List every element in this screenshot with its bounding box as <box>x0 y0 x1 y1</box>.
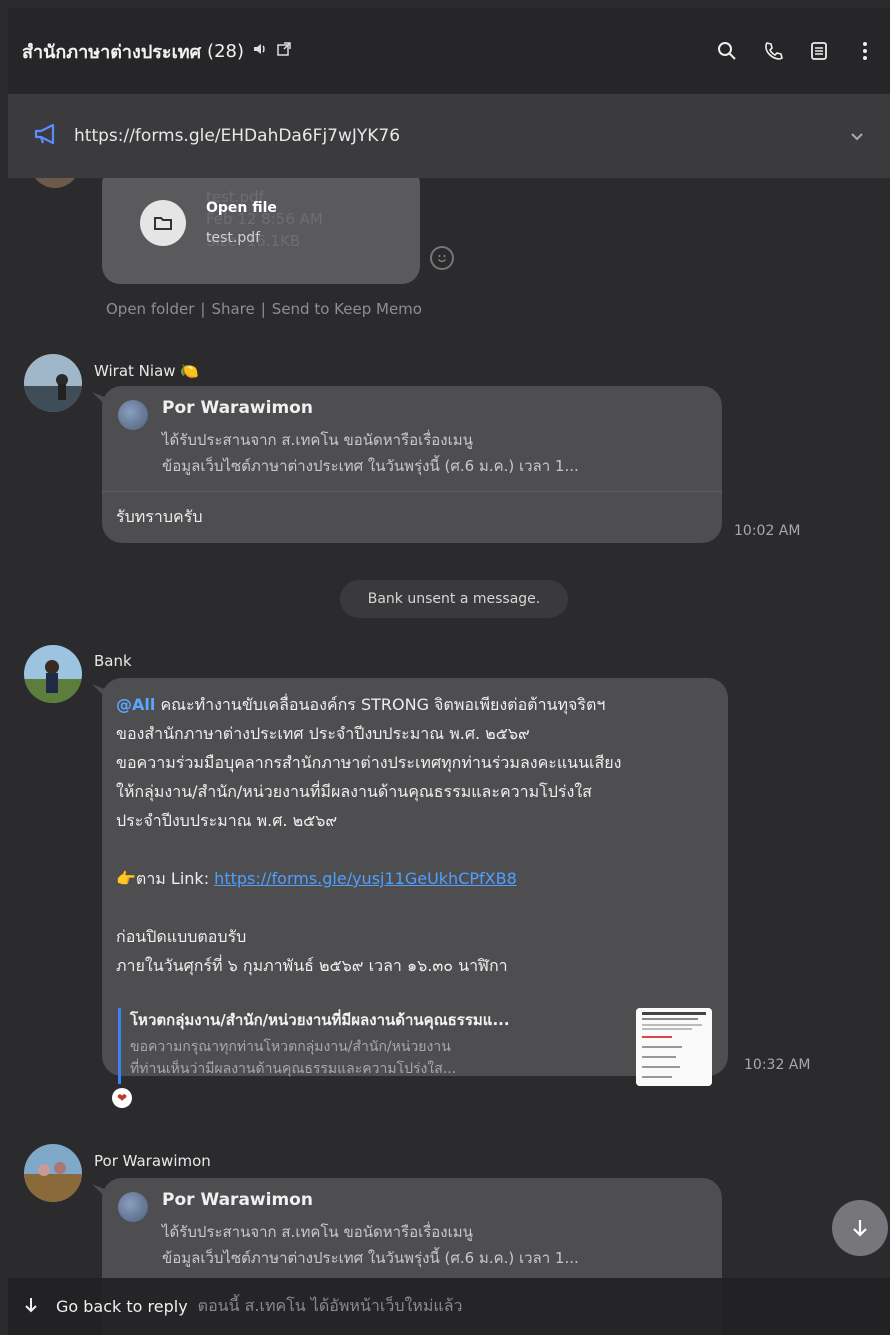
megaphone-icon <box>34 123 60 149</box>
sender-name: Bank <box>94 652 132 670</box>
folder-icon[interactable] <box>140 200 186 246</box>
member-count: (28) <box>207 40 244 62</box>
sender-name: Wirat Niaw 🍋 <box>94 362 199 380</box>
avatar[interactable] <box>24 354 82 412</box>
chevron-down-icon[interactable] <box>850 127 864 146</box>
avatar <box>118 400 148 430</box>
form-link[interactable]: https://forms.gle/yusj11GeUkhCPfXB8 <box>214 869 517 888</box>
scroll-down-button[interactable] <box>832 1200 888 1256</box>
message-list[interactable]: test.pdf Feb 12 8:56 AM Size: 16.1KB Ope… <box>8 178 890 1335</box>
timestamp: 10:32 AM <box>744 1057 811 1073</box>
announcement-bar[interactable]: https://forms.gle/EHDahDa6Fj7wJYK76 <box>8 94 890 178</box>
file-actions: Open folder | Share | Send to Keep Memo <box>106 300 422 318</box>
open-file-label[interactable]: Open file <box>206 200 277 216</box>
quote-line: ข้อมูลเว็บไซต์ภาษาต่างประเทศ ในวันพรุ่งน… <box>162 1249 579 1267</box>
mention[interactable]: @All <box>116 695 155 714</box>
add-reaction-icon[interactable] <box>430 246 454 270</box>
sender-name: Por Warawimon <box>94 1152 211 1170</box>
message-text: @All คณะทำงานขับเคลื่อนองค์กร STRONG จิต… <box>116 695 622 975</box>
reaction-badge[interactable]: ❤ <box>112 1088 132 1108</box>
preview-title[interactable]: โหวตกลุ่มงาน/สำนัก/หน่วยงานที่มีผลงานด้า… <box>130 1008 510 1032</box>
go-back-to-reply-bar[interactable]: Go back to reply ตอนนี้ ส.เทคโน ได้อัพหน… <box>8 1278 890 1335</box>
avatar[interactable] <box>24 1144 82 1202</box>
speaker-icon[interactable] <box>252 41 268 62</box>
link-preview[interactable]: โหวตกลุ่มงาน/สำนัก/หน่วยงานที่มีผลงานด้า… <box>118 1008 716 1088</box>
quote-sender: Por Warawimon <box>162 398 313 418</box>
quote-line: ได้รับประสานจาก ส.เทคโน ขอนัดหารือเรื่อง… <box>162 431 473 449</box>
system-notice: Bank unsent a message. <box>340 580 568 618</box>
divider <box>102 491 722 492</box>
preview-description: ที่ท่านเห็นว่ามีผลงานด้านคุณธรรมและความโ… <box>130 1061 457 1077</box>
avatar[interactable] <box>24 645 82 703</box>
message-text: รับทราบครับ <box>116 507 203 526</box>
announcement-text[interactable]: https://forms.gle/EHDahDa6Fj7wJYK76 <box>74 126 400 146</box>
share-link[interactable]: Share <box>211 300 254 318</box>
preview-thumbnail[interactable] <box>636 1008 712 1086</box>
send-to-keep-link[interactable]: Send to Keep Memo <box>272 300 422 318</box>
notes-icon[interactable] <box>808 40 830 62</box>
avatar <box>118 1192 148 1222</box>
header-actions <box>716 40 876 62</box>
preview-description: ขอความกรุณาทุกท่านโหวตกลุ่มงาน/สำนัก/หน่… <box>130 1039 451 1055</box>
preview-accent-bar <box>118 1008 121 1084</box>
message-bubble[interactable]: @All คณะทำงานขับเคลื่อนองค์กร STRONG จิต… <box>102 678 728 1086</box>
underlying-message-text: ตอนนี้ ส.เทคโน ได้อัพหน้าเว็บใหม่แล้ว <box>197 1296 463 1315</box>
chat-title[interactable]: สำนักภาษาต่างประเทศ <box>22 37 201 66</box>
separator: | <box>260 300 266 318</box>
message-bubble[interactable]: Por Warawimon ได้รับประสานจาก ส.เทคโน ขอ… <box>102 386 722 543</box>
phone-icon[interactable] <box>762 40 784 62</box>
quote-line: ข้อมูลเว็บไซต์ภาษาต่างประเทศ ในวันพรุ่งน… <box>162 457 579 475</box>
chat-header: สำนักภาษาต่างประเทศ (28) <box>8 8 890 94</box>
search-icon[interactable] <box>716 40 738 62</box>
quote-line: ได้รับประสานจาก ส.เทคโน ขอนัดหารือเรื่อง… <box>162 1223 473 1241</box>
file-name: test.pdf <box>206 230 261 246</box>
quote-sender: Por Warawimon <box>162 1190 313 1210</box>
more-icon[interactable] <box>854 40 876 62</box>
open-folder-link[interactable]: Open folder <box>106 300 194 318</box>
go-back-label[interactable]: Go back to reply <box>56 1297 188 1316</box>
popout-icon[interactable] <box>276 41 292 62</box>
timestamp: 10:02 AM <box>734 523 801 539</box>
avatar[interactable] <box>30 178 80 188</box>
arrow-down-icon <box>24 1297 38 1317</box>
separator: | <box>200 300 206 318</box>
